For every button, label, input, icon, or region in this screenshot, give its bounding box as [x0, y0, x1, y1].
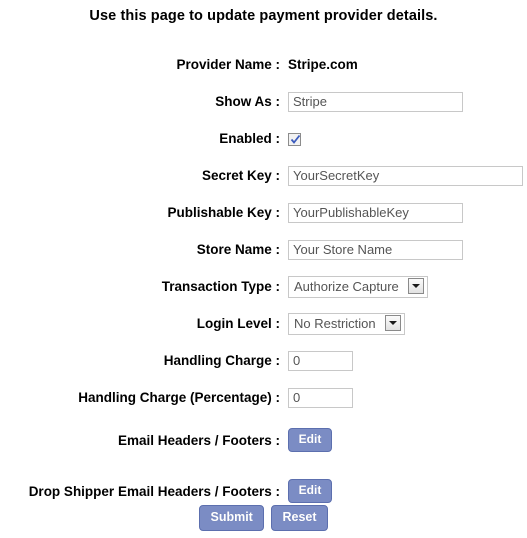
value-provider-name: Stripe.com	[288, 57, 358, 72]
check-icon	[290, 134, 301, 144]
label-enabled: Enabled :	[219, 131, 280, 146]
payment-provider-form: Provider Name : Stripe.com Show As : Ena…	[0, 46, 527, 518]
transaction-type-selected-value: Authorize Capture	[294, 279, 399, 295]
form-row-secret-key: Secret Key :	[0, 157, 527, 194]
label-handling-charge: Handling Charge :	[163, 353, 280, 368]
label-login-level: Login Level :	[196, 316, 280, 331]
form-row-transaction-type: Transaction Type : Authorize Capture	[0, 268, 527, 305]
label-transaction-type: Transaction Type :	[161, 279, 280, 294]
secret-key-input[interactable]	[288, 165, 523, 186]
form-row-store-name: Store Name :	[0, 231, 527, 268]
chevron-down-icon[interactable]	[385, 315, 402, 332]
form-row-show-as: Show As :	[0, 83, 527, 120]
drop-shipper-email-headers-footers-edit-button[interactable]: Edit	[288, 479, 332, 503]
page-title: Use this page to update payment provider…	[89, 8, 438, 24]
label-publishable-key: Publishable Key :	[167, 205, 280, 220]
store-name-input[interactable]	[288, 239, 463, 260]
show-as-input[interactable]	[288, 91, 463, 112]
form-row-provider-name: Provider Name : Stripe.com	[0, 46, 527, 83]
transaction-type-select[interactable]: Authorize Capture	[288, 275, 429, 298]
enabled-checkbox[interactable]	[288, 133, 301, 147]
form-row-enabled: Enabled :	[0, 120, 527, 157]
email-headers-footers-edit-button[interactable]: Edit	[288, 428, 332, 452]
form-row-login-level: Login Level : No Restriction	[0, 305, 527, 342]
label-handling-charge-percentage: Handling Charge (Percentage) :	[78, 390, 280, 405]
label-store-name: Store Name :	[196, 242, 280, 257]
form-row-email-headers-footers: Email Headers / Footers : Edit	[0, 416, 527, 464]
form-row-handling-charge: Handling Charge :	[0, 342, 527, 379]
label-provider-name: Provider Name :	[176, 57, 280, 72]
handling-charge-input[interactable]	[288, 350, 353, 371]
checkbox-box[interactable]	[288, 133, 301, 147]
label-email-headers-footers: Email Headers / Footers :	[117, 432, 280, 448]
login-level-selected-value: No Restriction	[294, 316, 376, 332]
reset-button[interactable]: Reset	[271, 505, 328, 531]
login-level-select[interactable]: No Restriction	[288, 312, 406, 335]
chevron-down-icon[interactable]	[408, 278, 425, 295]
submit-button[interactable]: Submit	[199, 505, 264, 531]
handling-charge-percentage-input[interactable]	[288, 387, 353, 408]
form-row-publishable-key: Publishable Key :	[0, 194, 527, 231]
label-secret-key: Secret Key :	[201, 168, 280, 183]
form-actions: Submit Reset	[0, 505, 527, 531]
publishable-key-input[interactable]	[288, 202, 463, 223]
label-show-as: Show As :	[215, 94, 280, 109]
form-row-handling-charge-percentage: Handling Charge (Percentage) :	[0, 379, 527, 416]
payment-provider-form-page: Use this page to update payment provider…	[0, 0, 527, 538]
